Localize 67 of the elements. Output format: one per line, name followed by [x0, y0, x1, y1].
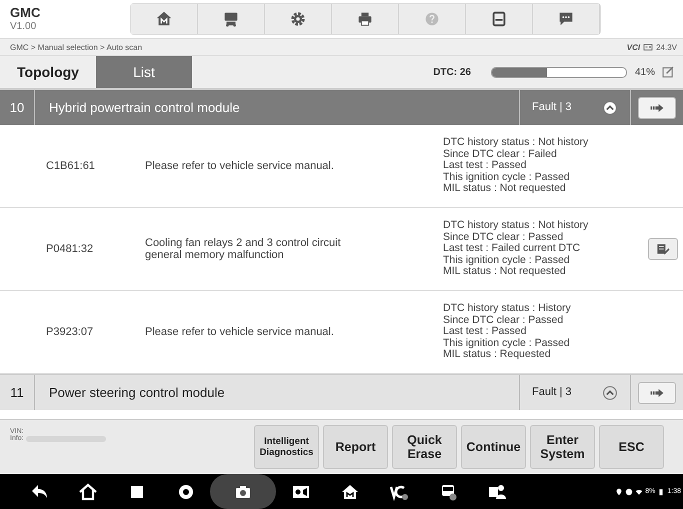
module-number: 11: [0, 375, 35, 410]
toolbar-button[interactable]: [466, 4, 533, 34]
dtc-count: DTC: 26: [433, 66, 471, 78]
action-button[interactable]: ESC: [599, 425, 664, 469]
tab[interactable]: List: [96, 56, 192, 88]
dtc-status-line: DTC history status : Not history: [443, 220, 590, 232]
edit-icon[interactable]: [661, 65, 675, 79]
message-icon: [557, 10, 575, 28]
voltage: 24.3V: [656, 42, 677, 52]
dtc-description: Please refer to vehicle service manual.: [145, 160, 335, 172]
module-row[interactable]: 10 Hybrid powertrain control module Fault | 3: [0, 89, 683, 125]
battery-icon: [657, 488, 666, 496]
dtc-status-line: Since DTC clear : Passed: [443, 314, 564, 326]
fault-count: Fault | 3: [519, 375, 602, 410]
dtc-code: P3923:07: [45, 326, 94, 338]
app-version: V1.00: [10, 20, 38, 32]
dtc-description: Cooling fan relays 2 and 3 control circuit general memory malfunction: [145, 237, 342, 261]
dtc-status-line: Last test : Passed: [443, 160, 528, 172]
dtc-status-line: This ignition cycle : Passed: [443, 172, 571, 183]
location-icon: [615, 488, 624, 496]
module-name: Power steering control module: [48, 385, 226, 400]
dtc-status-line: Since DTC clear : Failed: [443, 148, 558, 160]
dtc-status-line: DTC history status : Not history: [443, 137, 590, 149]
module-name: Hybrid powertrain control module: [48, 100, 241, 115]
progress-reading: 41%: [634, 66, 655, 78]
save-icon: [490, 10, 508, 28]
printer-icon: [356, 10, 374, 28]
module-number: 10: [0, 90, 35, 125]
dtc-description: Please refer to vehicle service manual.: [145, 326, 335, 338]
dtc-status-line: Since DTC clear : Passed: [443, 232, 564, 243]
dtc-status-line: This ignition cycle : Passed: [443, 254, 571, 266]
app-title: GMC: [10, 6, 42, 20]
toolbar-button[interactable]: [332, 4, 399, 34]
fault-count: Fault | 3: [519, 90, 602, 125]
dtc-status-line: Last test : Passed: [443, 326, 528, 338]
chevron-icon[interactable]: [602, 384, 618, 400]
dtc-status-line: MIL status : Not requested: [443, 266, 567, 278]
module-row[interactable]: 11 Power steering control module Fault | 3: [0, 374, 683, 410]
wifi-icon: [635, 488, 644, 496]
breadcrumb: GMC > Manual selection > Auto scan: [10, 42, 142, 52]
toolbar-button[interactable]: [265, 4, 332, 34]
home-icon: [155, 10, 173, 28]
go-button[interactable]: [638, 96, 676, 118]
toolbar-button[interactable]: [198, 4, 265, 34]
go-button[interactable]: [638, 382, 676, 404]
dtc-code: P0481:32: [45, 243, 94, 255]
toolbar-button[interactable]: [131, 4, 198, 34]
chevron-icon[interactable]: [602, 100, 618, 116]
action-button[interactable]: Report: [323, 425, 388, 469]
help-button[interactable]: [648, 238, 678, 260]
help-icon: [423, 10, 441, 28]
action-button[interactable]: Enter System: [530, 425, 595, 469]
dtc-status-line: MIL status : Not requested: [443, 183, 567, 195]
action-button[interactable]: Quick Erase: [392, 425, 457, 469]
action-button[interactable]: Continue: [461, 425, 526, 469]
dtc-status-line: Last test : Failed current DTC: [443, 243, 582, 255]
edit-icon: [655, 241, 671, 257]
settings-icon: [289, 10, 307, 28]
dtc-status-line: This ignition cycle : Passed: [443, 338, 571, 349]
dtc-status-line: DTC history status : History: [443, 303, 572, 315]
home-icon[interactable]: [78, 482, 98, 502]
toolbar-button[interactable]: [533, 4, 600, 34]
vci-label: VCI: [626, 42, 640, 52]
battery-icon: [643, 42, 654, 52]
dtc-status-line: MIL status : Requested: [443, 349, 552, 361]
action-button[interactable]: Intelligent Diagnostics: [254, 425, 319, 469]
dtc-code: C1B61:61: [45, 160, 96, 172]
